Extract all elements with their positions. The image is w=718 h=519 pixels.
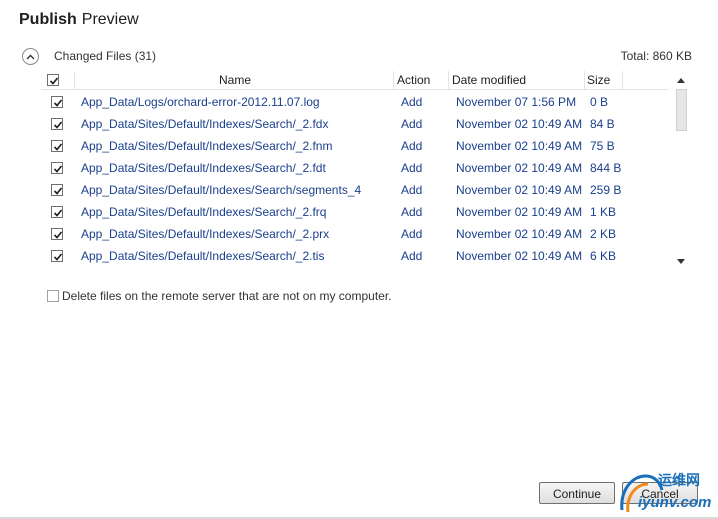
file-size: 6 KB <box>590 249 617 263</box>
page-title: Publish Preview <box>19 11 139 29</box>
file-name: App_Data/Sites/Default/Indexes/Search/_2… <box>81 227 330 241</box>
row-checkbox[interactable] <box>51 228 63 240</box>
column-separator[interactable] <box>622 71 623 90</box>
changed-files-label: Changed Files (31) <box>54 49 157 63</box>
arrow-down-icon <box>677 258 685 264</box>
file-action: Add <box>401 205 423 219</box>
watermark: 运维网 iyunv.com <box>614 466 718 519</box>
file-size: 84 B <box>590 117 615 131</box>
collapse-toggle-button[interactable] <box>22 48 39 65</box>
scroll-thumb[interactable] <box>676 89 687 131</box>
file-action: Add <box>401 249 423 263</box>
table-row[interactable]: App_Data/Sites/Default/Indexes/Search/se… <box>41 179 668 201</box>
table-row[interactable]: App_Data/Sites/Default/Indexes/Search/_2… <box>41 135 668 157</box>
file-size: 1 KB <box>590 205 617 219</box>
table-row[interactable]: App_Data/Sites/Default/Indexes/Search/_2… <box>41 113 668 135</box>
file-size: 0 B <box>590 95 609 109</box>
check-icon <box>49 77 59 85</box>
table-row[interactable]: App_Data/Logs/orchard-error-2012.11.07.l… <box>41 91 668 113</box>
file-date: November 02 10:49 AM <box>456 139 583 153</box>
column-header-action[interactable]: Action <box>397 71 430 90</box>
column-header-name[interactable]: Name <box>219 71 251 90</box>
check-icon <box>53 209 63 217</box>
arrow-up-icon <box>677 77 685 83</box>
row-checkbox[interactable] <box>51 118 63 130</box>
file-size: 75 B <box>590 139 615 153</box>
check-icon <box>53 143 63 151</box>
file-date: November 02 10:49 AM <box>456 117 583 131</box>
file-date: November 02 10:49 AM <box>456 227 583 241</box>
delete-remote-checkbox[interactable] <box>47 290 59 302</box>
check-icon <box>53 99 63 107</box>
column-separator[interactable] <box>448 71 449 90</box>
file-date: November 02 10:49 AM <box>456 161 583 175</box>
file-action: Add <box>401 95 423 109</box>
file-action: Add <box>401 183 423 197</box>
check-icon <box>53 121 63 129</box>
watermark-text-url: iyunv.com <box>638 494 712 511</box>
check-icon <box>53 253 63 261</box>
total-size-label: Total: 860 KB <box>620 49 692 63</box>
column-separator[interactable] <box>393 71 394 90</box>
watermark-text-cn: 运维网 <box>658 472 700 488</box>
column-separator[interactable] <box>584 71 585 90</box>
file-action: Add <box>401 227 423 241</box>
chevron-up-icon <box>26 54 35 59</box>
row-checkbox[interactable] <box>51 184 63 196</box>
title-light: Preview <box>81 11 139 28</box>
scroll-down-button[interactable] <box>675 256 687 266</box>
file-action: Add <box>401 117 423 131</box>
check-icon <box>53 165 63 173</box>
file-name: App_Data/Sites/Default/Indexes/Search/_2… <box>81 249 325 263</box>
check-icon <box>53 231 63 239</box>
table-row[interactable]: App_Data/Sites/Default/Indexes/Search/_2… <box>41 201 668 223</box>
grid-header: Name Action Date modified Size <box>41 71 668 90</box>
file-size: 844 B <box>590 161 622 175</box>
file-size: 259 B <box>590 183 622 197</box>
changed-files-grid: Name Action Date modified Size App_Data/… <box>41 71 692 271</box>
table-row[interactable]: App_Data/Sites/Default/Indexes/Search/_2… <box>41 223 668 245</box>
row-checkbox[interactable] <box>51 206 63 218</box>
file-date: November 07 1:56 PM <box>456 95 577 109</box>
file-action: Add <box>401 139 423 153</box>
file-name: App_Data/Sites/Default/Indexes/Search/se… <box>81 183 362 197</box>
file-date: November 02 10:49 AM <box>456 249 583 263</box>
row-checkbox[interactable] <box>51 162 63 174</box>
file-name: App_Data/Sites/Default/Indexes/Search/_2… <box>81 161 326 175</box>
file-name: App_Data/Logs/orchard-error-2012.11.07.l… <box>81 95 320 109</box>
file-name: App_Data/Sites/Default/Indexes/Search/_2… <box>81 139 333 153</box>
row-checkbox[interactable] <box>51 140 63 152</box>
check-icon <box>53 187 63 195</box>
file-name: App_Data/Sites/Default/Indexes/Search/_2… <box>81 117 329 131</box>
file-name: App_Data/Sites/Default/Indexes/Search/_2… <box>81 205 327 219</box>
table-row[interactable]: App_Data/Sites/Default/Indexes/Search/_2… <box>41 245 668 267</box>
table-row[interactable]: App_Data/Sites/Default/Indexes/Search/_2… <box>41 157 668 179</box>
column-header-date[interactable]: Date modified <box>452 71 526 90</box>
file-date: November 02 10:49 AM <box>456 183 583 197</box>
file-size: 2 KB <box>590 227 617 241</box>
column-header-size[interactable]: Size <box>587 71 610 90</box>
row-checkbox[interactable] <box>51 96 63 108</box>
delete-remote-label[interactable]: Delete files on the remote server that a… <box>62 289 392 303</box>
row-checkbox[interactable] <box>51 250 63 262</box>
select-all-checkbox[interactable] <box>47 74 59 86</box>
title-bold: Publish <box>19 11 77 28</box>
file-action: Add <box>401 161 423 175</box>
column-separator[interactable] <box>74 71 75 90</box>
grid-scrollbar[interactable] <box>672 71 690 269</box>
continue-button[interactable]: Continue <box>539 482 615 504</box>
file-date: November 02 10:49 AM <box>456 205 583 219</box>
scroll-up-button[interactable] <box>675 75 687 85</box>
